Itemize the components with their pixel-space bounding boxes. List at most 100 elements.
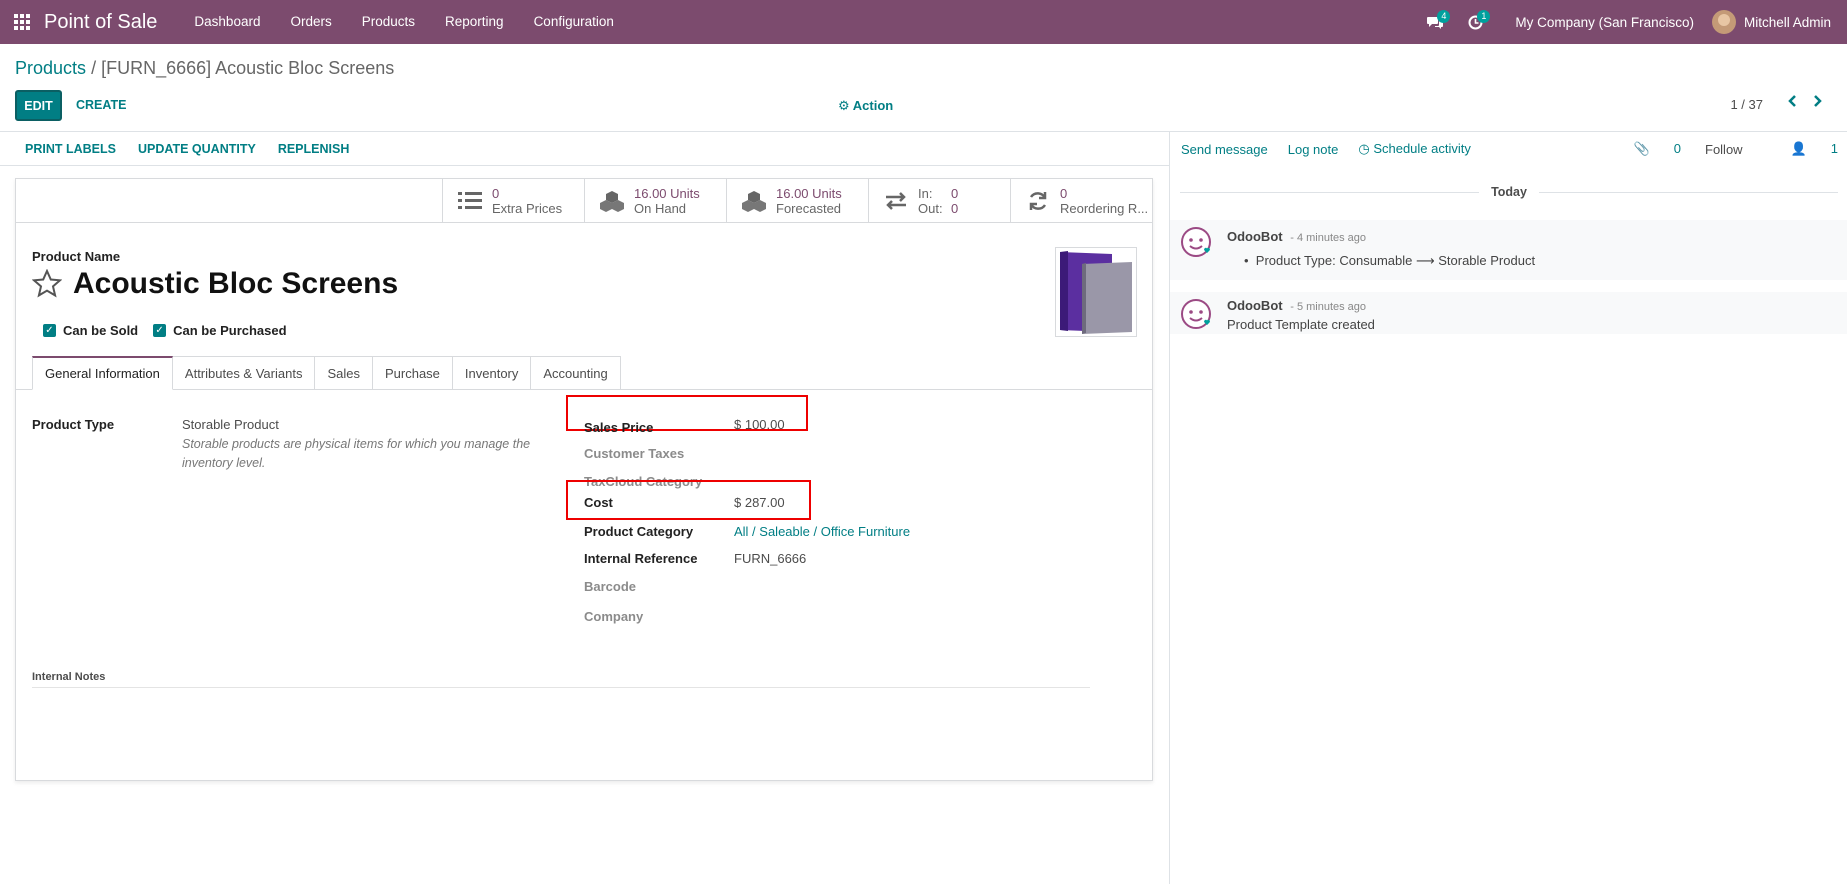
on-hand-value: 16.00 Units (634, 186, 700, 201)
can-be-purchased-label: Can be Purchased (173, 323, 287, 338)
odoobot-avatar (1180, 298, 1214, 335)
product-checkboxes: ✓ Can be Sold ✓ Can be Purchased (43, 323, 302, 338)
cubes-icon (599, 188, 625, 214)
date-separator-label: Today (1491, 185, 1527, 199)
message-body: • Product Type: Consumable ⟶ Storable Pr… (1244, 253, 1536, 268)
forecasted-button[interactable]: 16.00 Units Forecasted (726, 179, 868, 223)
in-out-button[interactable]: In: 0 Out: 0 (868, 179, 1010, 223)
favorite-star-icon[interactable] (31, 268, 63, 301)
pager-previous-icon[interactable] (1787, 94, 1797, 112)
app-name[interactable]: Point of Sale (44, 11, 157, 34)
message-author[interactable]: OdooBot (1227, 229, 1283, 244)
top-navbar: Point of Sale Dashboard Orders Products … (0, 0, 1847, 44)
main-menu: Dashboard Orders Products Reporting Conf… (179, 0, 628, 44)
message-author[interactable]: OdooBot (1227, 298, 1283, 313)
tracking-new-value: Storable Product (1438, 253, 1536, 268)
acoustic-screen-image (1060, 251, 1132, 334)
reordering-rules-button[interactable]: 0 Reordering R... (1010, 179, 1152, 223)
print-labels-button[interactable]: PRINT LABELS (25, 142, 116, 156)
followers-count: 1 (1830, 141, 1838, 156)
arrow-right-icon: ⟶ (1415, 253, 1439, 268)
internal-reference-label: Internal Reference (584, 551, 698, 566)
update-quantity-button[interactable]: UPDATE QUANTITY (138, 142, 256, 156)
out-value: 0 (951, 201, 959, 216)
internal-notes-field[interactable] (32, 687, 1090, 688)
edit-button[interactable]: EDIT (15, 90, 62, 121)
schedule-activity-label: Schedule activity (1373, 141, 1471, 156)
breadcrumb-products-link[interactable]: Products (15, 58, 86, 78)
follow-button[interactable]: Follow (1705, 142, 1743, 157)
tab-inventory[interactable]: Inventory (452, 356, 532, 390)
product-image[interactable] (1055, 247, 1137, 337)
activity-menu[interactable]: 1 (1455, 0, 1495, 44)
send-message-button[interactable]: Send message (1181, 142, 1268, 157)
tab-general-information[interactable]: General Information (32, 356, 173, 390)
can-be-purchased-checkbox[interactable]: ✓ Can be Purchased (153, 323, 287, 338)
log-note-button[interactable]: Log note (1288, 142, 1339, 157)
pager-value[interactable]: 1 / 37 (1730, 97, 1763, 112)
list-icon (457, 188, 483, 214)
tab-accounting[interactable]: Accounting (531, 356, 621, 390)
can-be-sold-checkbox[interactable]: ✓ Can be Sold (43, 323, 138, 338)
menu-reporting[interactable]: Reporting (430, 0, 519, 44)
extra-prices-label: Extra Prices (492, 201, 563, 216)
form-sheet: 0 Extra Prices 16.00 Units On Hand 16.00… (15, 178, 1153, 781)
chatter-message: OdooBot - 5 minutes ago Product Template… (1170, 292, 1847, 334)
user-menu[interactable]: Mitchell Admin (1711, 10, 1847, 34)
odoobot-avatar (1180, 226, 1214, 263)
extra-prices-button[interactable]: 0 Extra Prices (442, 179, 584, 223)
create-button[interactable]: CREATE (76, 98, 126, 112)
paperclip-icon: 📎 (1633, 141, 1650, 156)
attachments-button[interactable]: 📎 0 (1610, 141, 1681, 157)
tab-purchase[interactable]: Purchase (372, 356, 453, 390)
sales-price-value[interactable]: $ 100.00 (734, 417, 785, 432)
check-icon: ✓ (43, 324, 56, 337)
internal-reference-value[interactable]: FURN_6666 (734, 551, 806, 566)
cubes-icon (741, 188, 767, 214)
product-type-select[interactable]: Storable Product (182, 417, 279, 432)
reordering-value: 0 (1060, 186, 1068, 201)
pager-next-icon[interactable] (1813, 94, 1823, 112)
check-icon: ✓ (153, 324, 167, 337)
message-time: - 4 minutes ago (1290, 232, 1367, 244)
cost-value[interactable]: $ 287.00 (734, 495, 785, 510)
can-be-sold-label: Can be Sold (63, 323, 139, 338)
menu-products[interactable]: Products (347, 0, 430, 44)
reordering-label: Reordering R... (1060, 201, 1149, 216)
action-menu[interactable]: ⚙ Action (838, 98, 893, 114)
customer-taxes-label: Customer Taxes (584, 446, 685, 461)
tab-sales[interactable]: Sales (315, 356, 373, 390)
chatter-panel: Send message Log note ◷ Schedule activit… (1169, 132, 1847, 884)
sales-price-label: Sales Price (584, 420, 654, 435)
barcode-label: Barcode (584, 579, 637, 594)
tracking-old-value: Product Type: Consumable (1255, 253, 1413, 268)
clock-icon: ◷ (1358, 141, 1370, 156)
forecasted-value: 16.00 Units (776, 186, 842, 201)
user-avatar (1711, 10, 1736, 34)
activities-badge: 1 (1477, 10, 1491, 23)
gear-icon: ⚙ (838, 98, 850, 113)
product-category-link[interactable]: All / Saleable / Office Furniture (734, 524, 910, 539)
followers-button[interactable]: 👤 1 (1767, 141, 1838, 157)
internal-notes-label: Internal Notes (32, 671, 106, 683)
messaging-menu[interactable]: 4 (1415, 0, 1455, 44)
menu-dashboard[interactable]: Dashboard (179, 0, 275, 44)
action-label: Action (852, 98, 894, 113)
company-switcher[interactable]: My Company (San Francisco) (1495, 15, 1712, 30)
on-hand-label: On Hand (634, 201, 687, 216)
menu-orders[interactable]: Orders (275, 0, 346, 44)
message-body: Product Template created (1227, 317, 1375, 332)
menu-configuration[interactable]: Configuration (519, 0, 629, 44)
forecasted-label: Forecasted (776, 201, 842, 216)
schedule-activity-button[interactable]: ◷ Schedule activity (1358, 141, 1471, 157)
apps-menu-icon[interactable] (0, 0, 44, 44)
tab-attributes-variants[interactable]: Attributes & Variants (172, 356, 316, 390)
replenish-button[interactable]: REPLENISH (278, 142, 350, 156)
breadcrumb: Products / [FURN_6666] Acoustic Bloc Scr… (15, 58, 394, 79)
product-name[interactable]: Acoustic Bloc Screens (73, 267, 398, 301)
messages-badge: 4 (1437, 10, 1451, 23)
extra-prices-value: 0 (492, 186, 500, 201)
on-hand-button[interactable]: 16.00 Units On Hand (584, 179, 726, 223)
company-label: Company (584, 609, 644, 624)
out-label: Out: (918, 201, 943, 216)
